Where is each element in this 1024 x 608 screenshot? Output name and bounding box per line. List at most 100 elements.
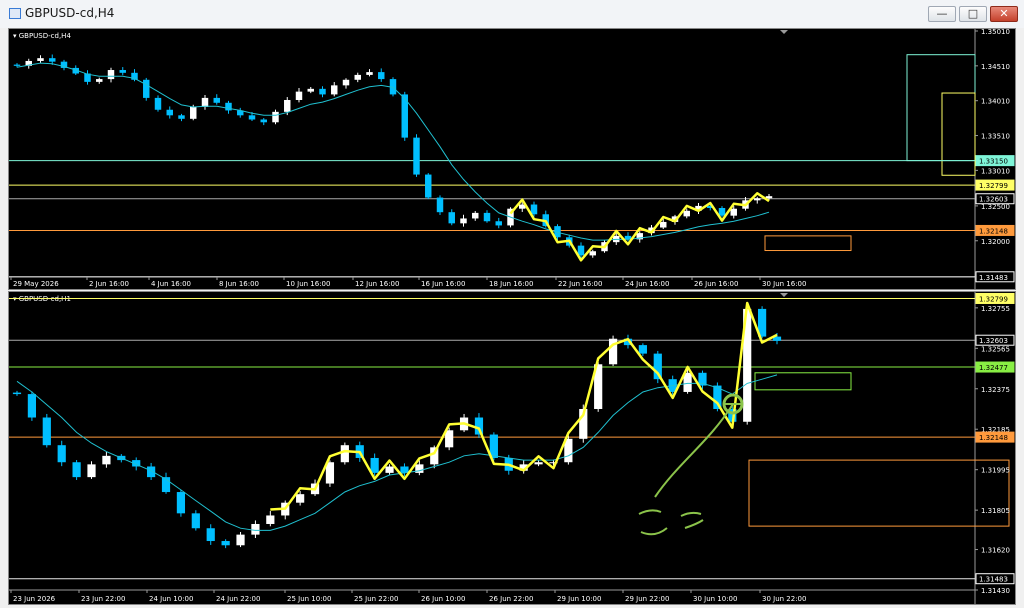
candle-body bbox=[413, 137, 420, 175]
candle-body bbox=[589, 251, 596, 256]
candle-body bbox=[201, 97, 209, 107]
chart-shift-marker bbox=[780, 293, 788, 297]
price-label-text: 1.31483 bbox=[979, 274, 1008, 282]
candle-body bbox=[483, 212, 491, 222]
candle-body bbox=[251, 523, 260, 535]
h4-chart-canvas[interactable]: ▾ GBPUSD-cd,H4 1.35010 1.34510 1.34010 1.335… bbox=[9, 28, 1015, 289]
hand-drawn-marks bbox=[638, 509, 704, 536]
price-label-text: 1.32799 bbox=[979, 182, 1008, 190]
candle-body bbox=[213, 97, 220, 103]
price-tick-label: 1.35010 bbox=[981, 29, 1010, 36]
price-label-text: 1.32603 bbox=[979, 337, 1008, 345]
candle-body bbox=[87, 464, 96, 478]
candle-body bbox=[445, 430, 454, 448]
price-tick-label: 1.31805 bbox=[981, 507, 1010, 515]
time-tick-label: 18 Jun 16:00 bbox=[489, 280, 533, 288]
candle-body bbox=[366, 72, 373, 75]
candle-body bbox=[49, 58, 56, 62]
price-tick-label: 1.32565 bbox=[981, 345, 1010, 353]
candle-body bbox=[385, 466, 394, 473]
candle-body bbox=[448, 212, 455, 224]
candle-body bbox=[72, 462, 81, 478]
candle-body bbox=[474, 417, 484, 435]
time-tick-label: 16 Jun 16:00 bbox=[421, 280, 465, 288]
h1-chart-canvas[interactable]: ▾ GBPUSD-cd,H1 1.32755 1.32565 1.32375 1.321… bbox=[9, 292, 1015, 604]
time-tick-label: 10 Jun 16:00 bbox=[286, 280, 330, 288]
price-tick-label: 1.34010 bbox=[981, 98, 1010, 106]
price-label-text: 1.31483 bbox=[979, 576, 1008, 584]
maximize-icon: □ bbox=[967, 7, 979, 20]
minimize-button[interactable]: — bbox=[928, 6, 956, 22]
candle-body bbox=[342, 79, 350, 86]
candle-body bbox=[176, 492, 186, 514]
hand-drawn-zigzag bbox=[270, 301, 778, 511]
price-label-text: 1.32603 bbox=[979, 196, 1008, 204]
hand-drawn-zigzag bbox=[509, 192, 770, 262]
candle-body bbox=[638, 345, 647, 354]
time-tick-label: 30 Jun 16:00 bbox=[762, 280, 806, 288]
candle-body bbox=[319, 88, 326, 95]
candle-body bbox=[166, 109, 173, 116]
candle-body bbox=[307, 88, 314, 92]
symbol-timeframe-label: ▾ GBPUSD-cd,H1 bbox=[13, 295, 71, 303]
candle-body bbox=[683, 210, 690, 217]
h4-chart-panel[interactable]: ▾ GBPUSD-cd,H4 1.35010 1.34510 1.34010 1.335… bbox=[8, 28, 1016, 290]
candle-body bbox=[272, 111, 279, 123]
candle-body bbox=[57, 445, 66, 463]
candle-body bbox=[37, 58, 44, 61]
time-tick-label: 29 Jun 10:00 bbox=[557, 595, 601, 603]
hand-drawn-arrow bbox=[654, 403, 734, 498]
time-tick-label: 2 Jun 16:00 bbox=[89, 280, 129, 288]
candle-body bbox=[12, 392, 22, 395]
time-tick-label: 26 Jun 16:00 bbox=[694, 280, 738, 288]
price-tick-label: 1.31995 bbox=[981, 467, 1010, 475]
candle-body bbox=[266, 515, 275, 524]
candle-body bbox=[400, 466, 409, 473]
price-label-text: 1.32148 bbox=[979, 434, 1008, 442]
price-label-text: 1.32477 bbox=[979, 364, 1008, 372]
candle-body bbox=[378, 72, 385, 80]
time-tick-label: 29 Jun 22:00 bbox=[625, 595, 669, 603]
price-label-text: 1.32799 bbox=[979, 295, 1008, 303]
price-label-text: 1.33150 bbox=[979, 158, 1008, 166]
maximize-button[interactable]: □ bbox=[959, 6, 987, 22]
candle-body bbox=[354, 74, 361, 80]
candle-body bbox=[460, 218, 467, 224]
candle-body bbox=[191, 513, 200, 529]
candle-body bbox=[730, 208, 737, 216]
close-button[interactable]: ✕ bbox=[990, 6, 1018, 22]
candle-body bbox=[102, 455, 111, 465]
price-label-text: 1.32148 bbox=[979, 227, 1008, 235]
candle-body bbox=[534, 462, 543, 465]
time-tick-label: 26 Jun 22:00 bbox=[489, 595, 533, 603]
time-tick-label: 25 Jun 10:00 bbox=[287, 595, 331, 603]
close-icon: ✕ bbox=[999, 7, 1009, 20]
candle-body bbox=[331, 85, 338, 95]
zone-rectangle bbox=[764, 235, 852, 252]
chart-shift-marker bbox=[780, 30, 788, 34]
candle-body bbox=[206, 528, 215, 542]
candle-body bbox=[472, 212, 479, 219]
h1-chart-panel[interactable]: ▾ GBPUSD-cd,H1 1.32755 1.32565 1.32375 1.321… bbox=[8, 291, 1016, 605]
candle-body bbox=[107, 70, 115, 80]
price-tick-label: 1.31430 bbox=[981, 587, 1010, 595]
zone-rectangle bbox=[748, 459, 1010, 527]
candle-body bbox=[42, 417, 51, 446]
time-tick-label: 22 Jun 16:00 bbox=[558, 280, 602, 288]
price-tick-label: 1.31620 bbox=[981, 547, 1010, 555]
candle-body bbox=[718, 208, 726, 216]
candle-body bbox=[248, 115, 256, 120]
candle-body bbox=[221, 541, 230, 546]
window-titlebar[interactable]: GBPUSD-cd,H4 — □ ✕ bbox=[0, 0, 1024, 28]
candle-body bbox=[754, 198, 761, 201]
zone-rectangle bbox=[906, 54, 976, 162]
price-tick-label: 1.32755 bbox=[981, 305, 1010, 313]
time-tick-label: 24 Jun 10:00 bbox=[149, 595, 193, 603]
candle-body bbox=[660, 221, 667, 228]
symbol-timeframe-label: ▾ GBPUSD-cd,H4 bbox=[13, 32, 71, 40]
candle-body bbox=[296, 494, 305, 503]
moving-average-line bbox=[16, 374, 778, 531]
candle-body bbox=[236, 534, 245, 546]
candle-body bbox=[340, 445, 349, 463]
time-tick-label: 23 Jun 22:00 bbox=[81, 595, 125, 603]
